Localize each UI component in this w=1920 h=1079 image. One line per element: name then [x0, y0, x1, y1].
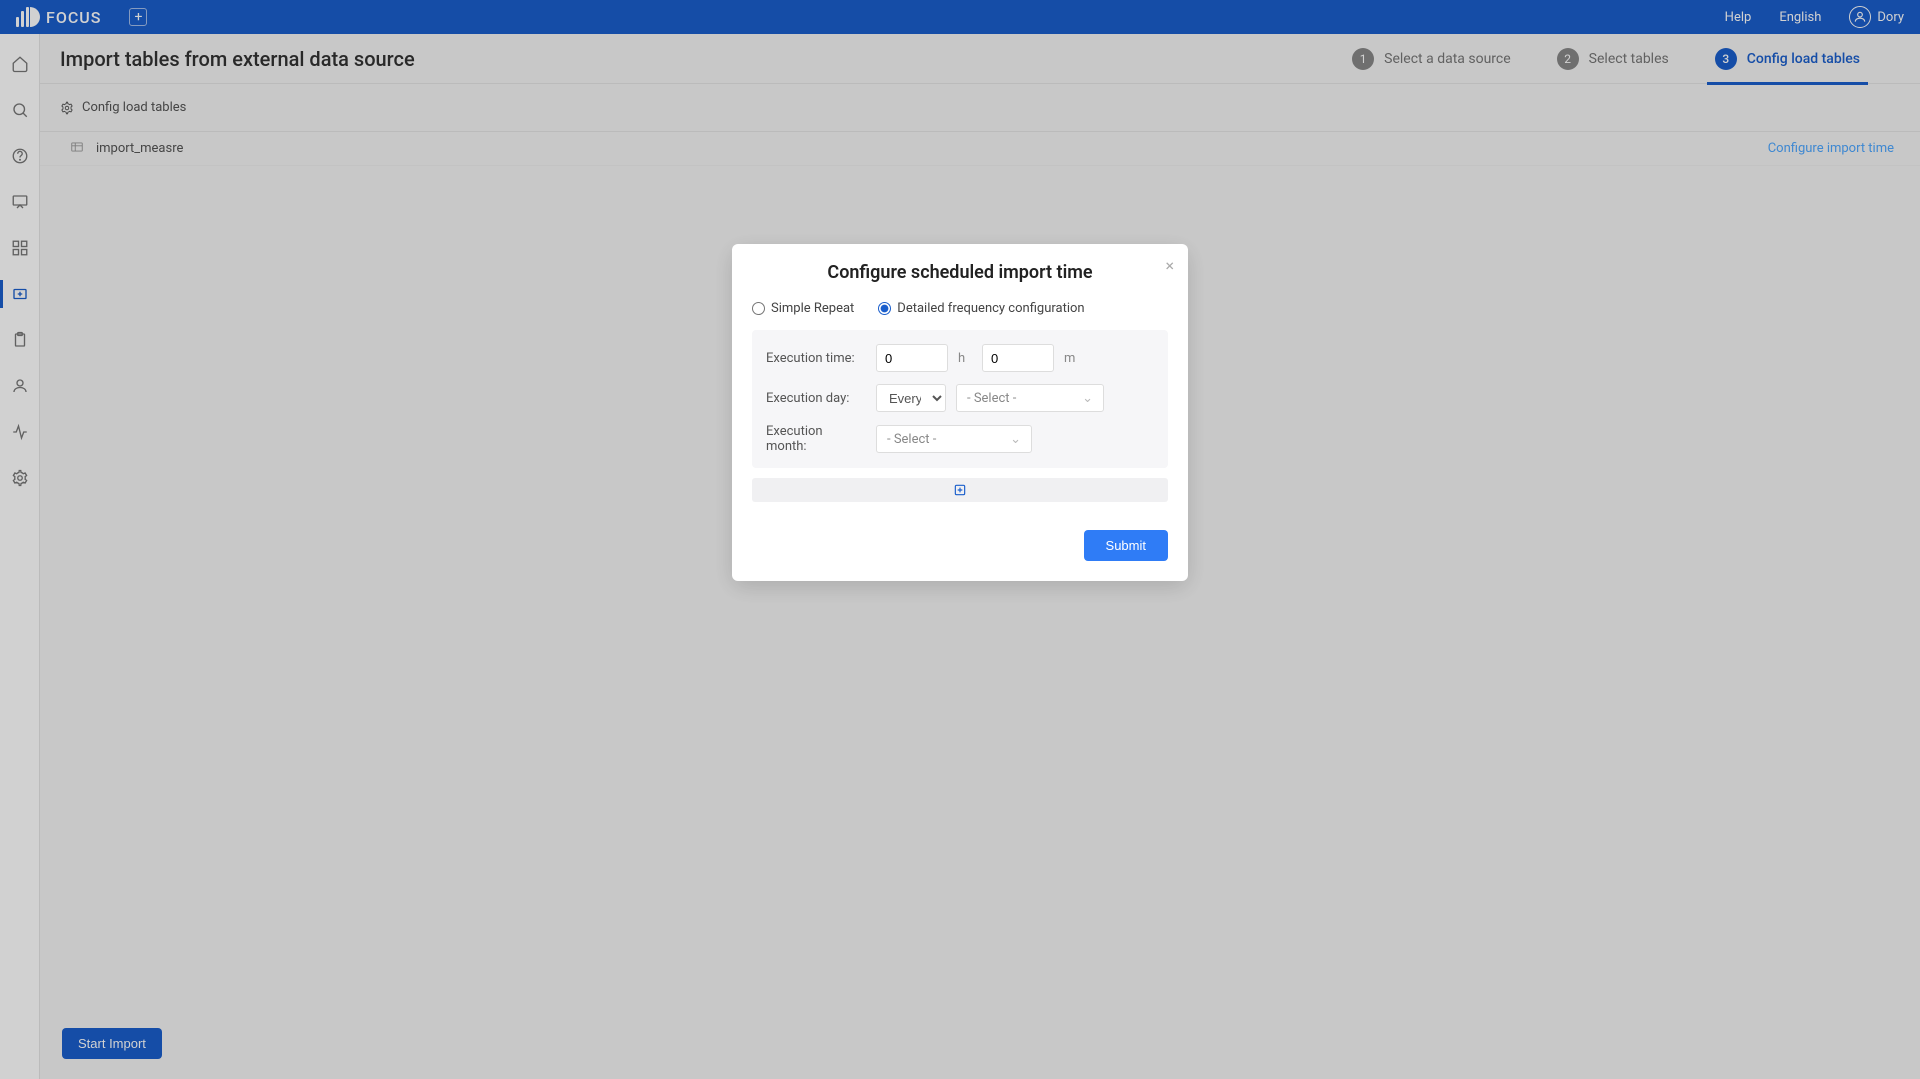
execution-month-row: Execution month: - Select - ⌄ [766, 424, 1154, 454]
minute-unit: m [1064, 351, 1078, 366]
exec-day-mode-select[interactable]: Every m [876, 384, 946, 412]
submit-button[interactable]: Submit [1084, 530, 1168, 561]
plus-icon [953, 483, 967, 497]
radio-simple-label: Simple Repeat [771, 301, 854, 316]
hour-unit: h [958, 351, 972, 366]
add-schedule-button[interactable] [752, 478, 1168, 502]
radio-detailed-input[interactable] [878, 302, 891, 315]
detailed-config-block: Execution time: h m Execution day: Every… [752, 330, 1168, 468]
exec-month-value-label: - Select - [887, 432, 936, 447]
radio-simple-repeat[interactable]: Simple Repeat [752, 301, 854, 316]
exec-time-label: Execution time: [766, 351, 866, 366]
execution-time-row: Execution time: h m [766, 344, 1154, 372]
exec-hour-input[interactable] [876, 344, 948, 372]
configure-import-modal: × Configure scheduled import time Simple… [732, 244, 1188, 581]
execution-day-row: Execution day: Every m - Select - ⌄ [766, 384, 1154, 412]
modal-title: Configure scheduled import time [752, 262, 1168, 283]
exec-day-value-select[interactable]: - Select - ⌄ [956, 384, 1104, 412]
radio-detailed-label: Detailed frequency configuration [897, 301, 1084, 316]
chevron-down-icon: ⌄ [1082, 391, 1093, 406]
exec-minute-input[interactable] [982, 344, 1054, 372]
modal-footer: Submit [752, 530, 1168, 561]
frequency-mode-radios: Simple Repeat Detailed frequency configu… [752, 301, 1168, 316]
exec-month-select[interactable]: - Select - ⌄ [876, 425, 1032, 453]
radio-detailed[interactable]: Detailed frequency configuration [878, 301, 1084, 316]
chevron-down-icon: ⌄ [1010, 432, 1021, 447]
exec-day-value-label: - Select - [967, 391, 1016, 406]
modal-overlay[interactable]: × Configure scheduled import time Simple… [0, 0, 1920, 1079]
radio-simple-input[interactable] [752, 302, 765, 315]
exec-day-label: Execution day: [766, 391, 866, 406]
exec-month-label: Execution month: [766, 424, 866, 454]
modal-close-button[interactable]: × [1165, 256, 1174, 275]
